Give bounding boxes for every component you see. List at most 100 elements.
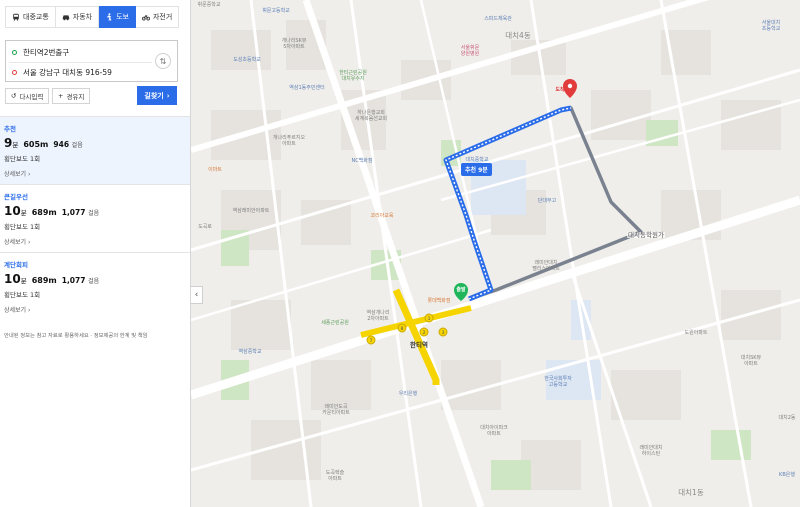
route-crossings: 횡단보도 1회	[4, 291, 41, 299]
place-label: 휘문중학교	[197, 2, 221, 8]
place-label: 도곡렉슬 아파트	[325, 470, 345, 482]
tab-car[interactable]: 자동차	[55, 6, 100, 28]
place-label: 역삼중학교	[238, 349, 262, 355]
map-canvas[interactable]: 2 8 7 1 3 추천 9분 도착 출발 한티역 대치4동 대치1동 대치동학…	[191, 0, 800, 507]
route-time-badge: 추천 9분	[461, 163, 492, 176]
place-label: 한티근린공원 대치유수지	[339, 70, 367, 82]
search-route-button[interactable]: 길찾기 ›	[137, 86, 177, 105]
place-label: 대치SK뷰 아파트	[740, 355, 762, 367]
route-result-avoid-stairs[interactable]: 계단회피 10분 689m 1,077 걸음 횡단보도 1회 상세보기 ›	[0, 252, 190, 320]
walk-icon	[107, 13, 112, 21]
route-input-box: 한티역2번출구 서울 강남구 대치동 916-59 ⇅	[5, 40, 178, 82]
place-label: 코리아교육	[370, 213, 394, 219]
end-pin-label: 도착	[555, 87, 565, 93]
tab-public-transit-label: 대중교통	[23, 13, 49, 21]
place-label: 서울휘문 양원병원	[460, 45, 480, 57]
swap-icon[interactable]: ⇅	[155, 53, 171, 69]
svg-text:1: 1	[428, 316, 431, 322]
svg-text:7: 7	[370, 338, 373, 344]
place-label: 대치중학교	[465, 157, 489, 163]
route-detail-link[interactable]: 상세보기 ›	[4, 169, 190, 178]
tab-bicycle-label: 자전거	[152, 13, 173, 21]
route-distance: 689m	[31, 208, 57, 217]
collapse-panel-button[interactable]: ‹	[191, 286, 203, 304]
place-label: 역삼개나리 2차아파트	[366, 310, 390, 322]
route-result-main-road[interactable]: 큰길우선 10분 689m 1,077 걸음 횡단보도 1회 상세보기 ›	[0, 184, 190, 252]
place-label: 대치아이파크 아파트	[480, 425, 508, 437]
place-label: 도원아파트	[684, 330, 708, 336]
reset-button[interactable]: ↺ 다시입력	[5, 88, 50, 104]
place-label: 롯데백화점	[427, 298, 451, 304]
place-label: 서울대치 초등학교	[761, 20, 781, 32]
place-label: 개나리SK뷰 5차아파트	[281, 38, 307, 50]
waypoint-label: 경유지	[66, 93, 85, 101]
destination-field[interactable]: 서울 강남구 대치동 916-59	[12, 64, 112, 80]
place-label: 역삼1동주민센터	[289, 85, 325, 91]
tab-walk[interactable]: 도보	[99, 6, 136, 28]
route-crossings: 횡단보도 1회	[4, 155, 41, 163]
place-label: 단대부고	[537, 198, 557, 204]
destination-pin-icon	[563, 79, 577, 98]
place-label: 휘문고등학교	[262, 8, 290, 14]
place-label: KB은행	[779, 472, 795, 478]
road-label: 대치동학원가	[627, 231, 665, 239]
svg-text:3: 3	[442, 330, 445, 336]
route-type: 추천	[4, 125, 16, 133]
place-label: 우리은행	[398, 391, 418, 397]
place-label: 래미안대치 하이스턴	[639, 445, 663, 457]
tab-bicycle[interactable]: 자전거	[135, 6, 180, 28]
bicycle-icon	[141, 15, 150, 21]
tab-car-label: 자동차	[72, 13, 93, 21]
tab-walk-label: 도보	[116, 13, 129, 21]
route-type: 큰길우선	[4, 193, 28, 201]
place-label: 세풍근린공원	[321, 320, 349, 326]
svg-text:8: 8	[401, 326, 404, 332]
route-crossings: 횡단보도 1회	[4, 223, 41, 231]
route-distance: 605m	[23, 140, 49, 149]
place-label: 역삼래미안아파트	[232, 208, 270, 214]
disclaimer-text: 안내된 정보는 참고 자료로 활용하세요 · 정보제공의 한계 및 책임	[4, 333, 148, 339]
route-time: 10분	[4, 204, 27, 218]
place-label: 도곡로	[198, 224, 212, 230]
route-time: 10분	[4, 272, 27, 286]
place-label: 한국사회투자 고등학교	[544, 376, 572, 388]
route-time: 9분	[4, 136, 19, 150]
start-pin-label: 출발	[456, 287, 466, 293]
place-label: NC백화점	[351, 158, 373, 164]
search-route-label: 길찾기	[144, 91, 164, 100]
plus-icon: +	[58, 92, 64, 100]
chevron-right-icon: ›	[166, 91, 170, 100]
dong-label: 대치4동	[505, 31, 531, 40]
place-label: 대치2동	[778, 415, 796, 421]
route-steps: 946 걸음	[53, 140, 83, 149]
place-label: 개나리푸르지오 아파트	[272, 135, 306, 147]
place-label: 래미안대치 팰리스아파트	[532, 260, 560, 272]
station-label: 한티역	[410, 341, 428, 349]
transport-mode-tabs: 대중교통 자동차 도보 자전거	[5, 6, 180, 28]
reset-icon: ↺	[11, 92, 17, 100]
place-label: 스피드체육관	[484, 16, 512, 22]
route-detail-link[interactable]: 상세보기 ›	[4, 237, 190, 246]
place-label: 이마트	[208, 167, 222, 173]
route-steps: 1,077 걸음	[61, 208, 100, 217]
route-type: 계단회피	[4, 261, 28, 269]
chevron-left-icon: ‹	[194, 290, 199, 300]
origin-dot-icon	[12, 49, 17, 55]
add-waypoint-button[interactable]: + 경유지	[52, 88, 91, 104]
bus-icon	[13, 13, 19, 21]
origin-value: 한티역2번출구	[23, 47, 70, 57]
origin-field[interactable]: 한티역2번출구	[12, 44, 69, 60]
tab-public-transit[interactable]: 대중교통	[5, 6, 56, 28]
place-label: 하나은행교회 세계복음선교회	[354, 110, 388, 122]
reset-label: 다시입력	[19, 93, 44, 101]
destination-value: 서울 강남구 대치동 916-59	[23, 67, 112, 77]
car-icon	[62, 15, 69, 21]
route-result-recommended[interactable]: 추천 9분 605m 946 걸음 횡단보도 1회 상세보기 ›	[0, 116, 190, 184]
destination-dot-icon	[12, 69, 17, 75]
place-label: 도성초등학교	[233, 57, 261, 63]
route-steps: 1,077 걸음	[61, 276, 100, 285]
route-distance: 689m	[31, 276, 57, 285]
svg-text:2: 2	[423, 330, 426, 336]
route-results-list: 추천 9분 605m 946 걸음 횡단보도 1회 상세보기 › 큰길우선 10…	[0, 116, 190, 320]
route-detail-link[interactable]: 상세보기 ›	[4, 305, 190, 314]
